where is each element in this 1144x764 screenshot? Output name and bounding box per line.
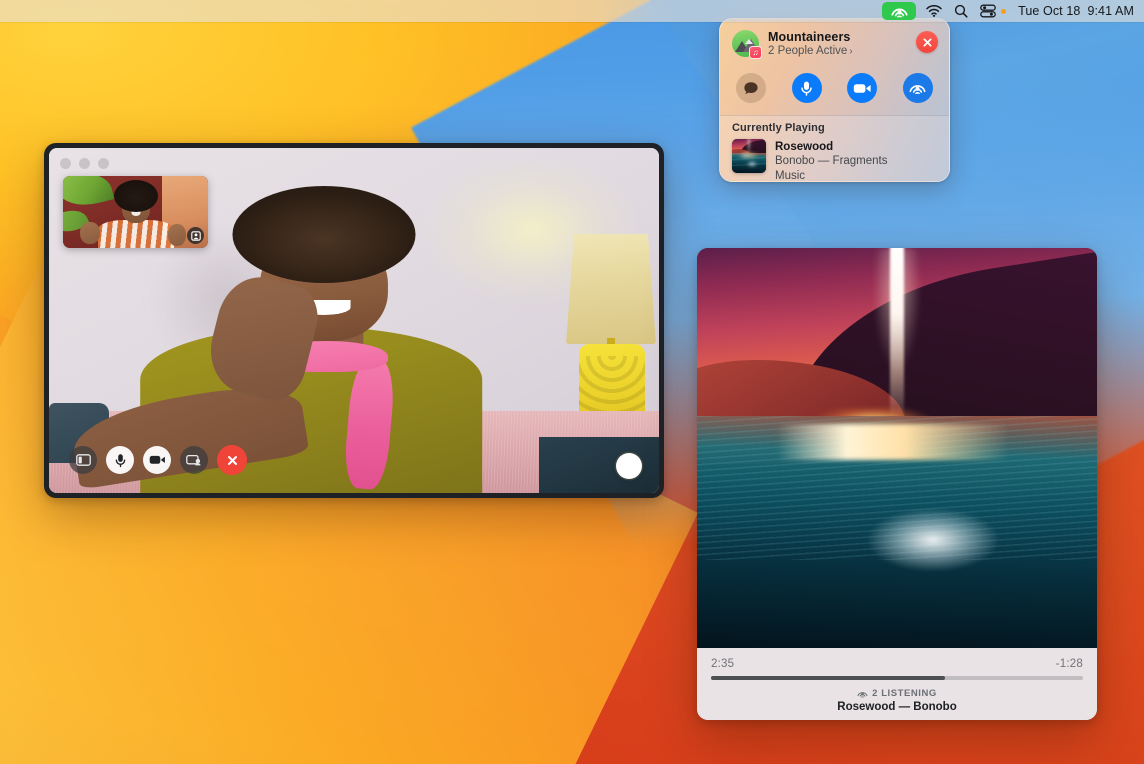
video-camera-icon: [853, 82, 872, 95]
track-source-app: Music: [775, 169, 888, 183]
microphone-icon: [799, 80, 814, 97]
shareplay-icon: [909, 81, 926, 95]
video-button[interactable]: [847, 73, 877, 103]
track-title: Rosewood: [775, 140, 888, 154]
messages-button[interactable]: [736, 73, 766, 103]
shareplay-panel: ♫ Mountaineers 2 People Active ›: [719, 18, 950, 182]
mountain-avatar-icon: ♫: [732, 30, 759, 57]
shareplay-participants[interactable]: 2 People Active ›: [768, 45, 853, 57]
shareplay-panel-top: ♫ Mountaineers 2 People Active ›: [720, 19, 949, 127]
listening-count-label: 2 LISTENING: [872, 688, 937, 699]
shareplay-button[interactable]: [903, 73, 933, 103]
share-screen-button[interactable]: [180, 446, 208, 474]
close-button[interactable]: [916, 31, 938, 53]
live-photo-shutter-button[interactable]: [616, 453, 642, 479]
end-call-button[interactable]: [217, 445, 247, 475]
remaining-time: -1:28: [1056, 658, 1083, 670]
album-artwork-video[interactable]: [697, 248, 1097, 648]
music-window: 2:35 -1:28 2 LISTENING Rosewood — Bonobo: [697, 248, 1097, 720]
now-playing-item[interactable]: Rosewood Bonobo — Fragments Music: [732, 139, 937, 182]
wifi-icon[interactable]: [926, 0, 942, 22]
microphone-button[interactable]: [106, 446, 134, 474]
window-traffic-lights: [60, 158, 109, 169]
menu-bar: Tue Oct 18 9:41 AM: [0, 0, 1144, 22]
control-center-icon[interactable]: [980, 0, 996, 22]
chat-bubble-icon: [743, 81, 759, 96]
self-view-pip[interactable]: [63, 176, 208, 248]
facetime-controls: [69, 445, 247, 475]
shareplay-group-header[interactable]: ♫ Mountaineers 2 People Active ›: [732, 30, 937, 57]
share-screen-icon: [186, 454, 202, 467]
now-playing-title: Rosewood — Bonobo: [711, 701, 1083, 713]
chevron-right-icon: ›: [849, 46, 852, 57]
facetime-window: [44, 143, 664, 498]
status-dot: [1001, 9, 1006, 14]
microphone-button[interactable]: [792, 73, 822, 103]
playback-times: 2:35 -1:28: [711, 658, 1083, 670]
facetime-video-area: [49, 148, 659, 493]
progress-fill: [711, 676, 945, 680]
close-x-icon: [226, 454, 239, 467]
shareplay-icon: [857, 689, 868, 698]
track-artist-album: Bonobo — Fragments: [775, 154, 888, 168]
progress-slider[interactable]: [711, 676, 1083, 680]
music-playback-bar: 2:35 -1:28 2 LISTENING Rosewood — Bonobo: [697, 648, 1097, 720]
search-icon[interactable]: [954, 0, 968, 22]
close-x-icon: [922, 37, 933, 48]
shareplay-group-name: Mountaineers: [768, 30, 853, 44]
menu-bar-date: Tue Oct 18: [1018, 4, 1080, 18]
listening-badge: 2 LISTENING: [711, 688, 1083, 699]
shareplay-icon[interactable]: [882, 2, 916, 20]
now-playing-header: Currently Playing: [732, 122, 937, 134]
shareplay-participants-label: 2 People Active: [768, 45, 847, 57]
video-button[interactable]: [143, 446, 171, 474]
music-note-icon: ♫: [749, 46, 762, 59]
shareplay-action-row: [732, 73, 937, 103]
close-window-button[interactable]: [60, 158, 71, 169]
album-artwork: [732, 139, 766, 173]
menu-bar-clock[interactable]: Tue Oct 18 9:41 AM: [1018, 0, 1134, 22]
microphone-icon: [114, 453, 127, 468]
minimize-window-button[interactable]: [79, 158, 90, 169]
portrait-mode-icon[interactable]: [187, 227, 204, 244]
shareplay-now-playing-section: Currently Playing Rosewood Bon: [720, 115, 949, 181]
menu-bar-time: 9:41 AM: [1087, 4, 1134, 18]
video-camera-icon: [149, 454, 166, 466]
elapsed-time: 2:35: [711, 658, 734, 670]
sidebar-toggle-button[interactable]: [69, 446, 97, 474]
zoom-window-button[interactable]: [98, 158, 109, 169]
sidebar-icon: [76, 454, 91, 466]
